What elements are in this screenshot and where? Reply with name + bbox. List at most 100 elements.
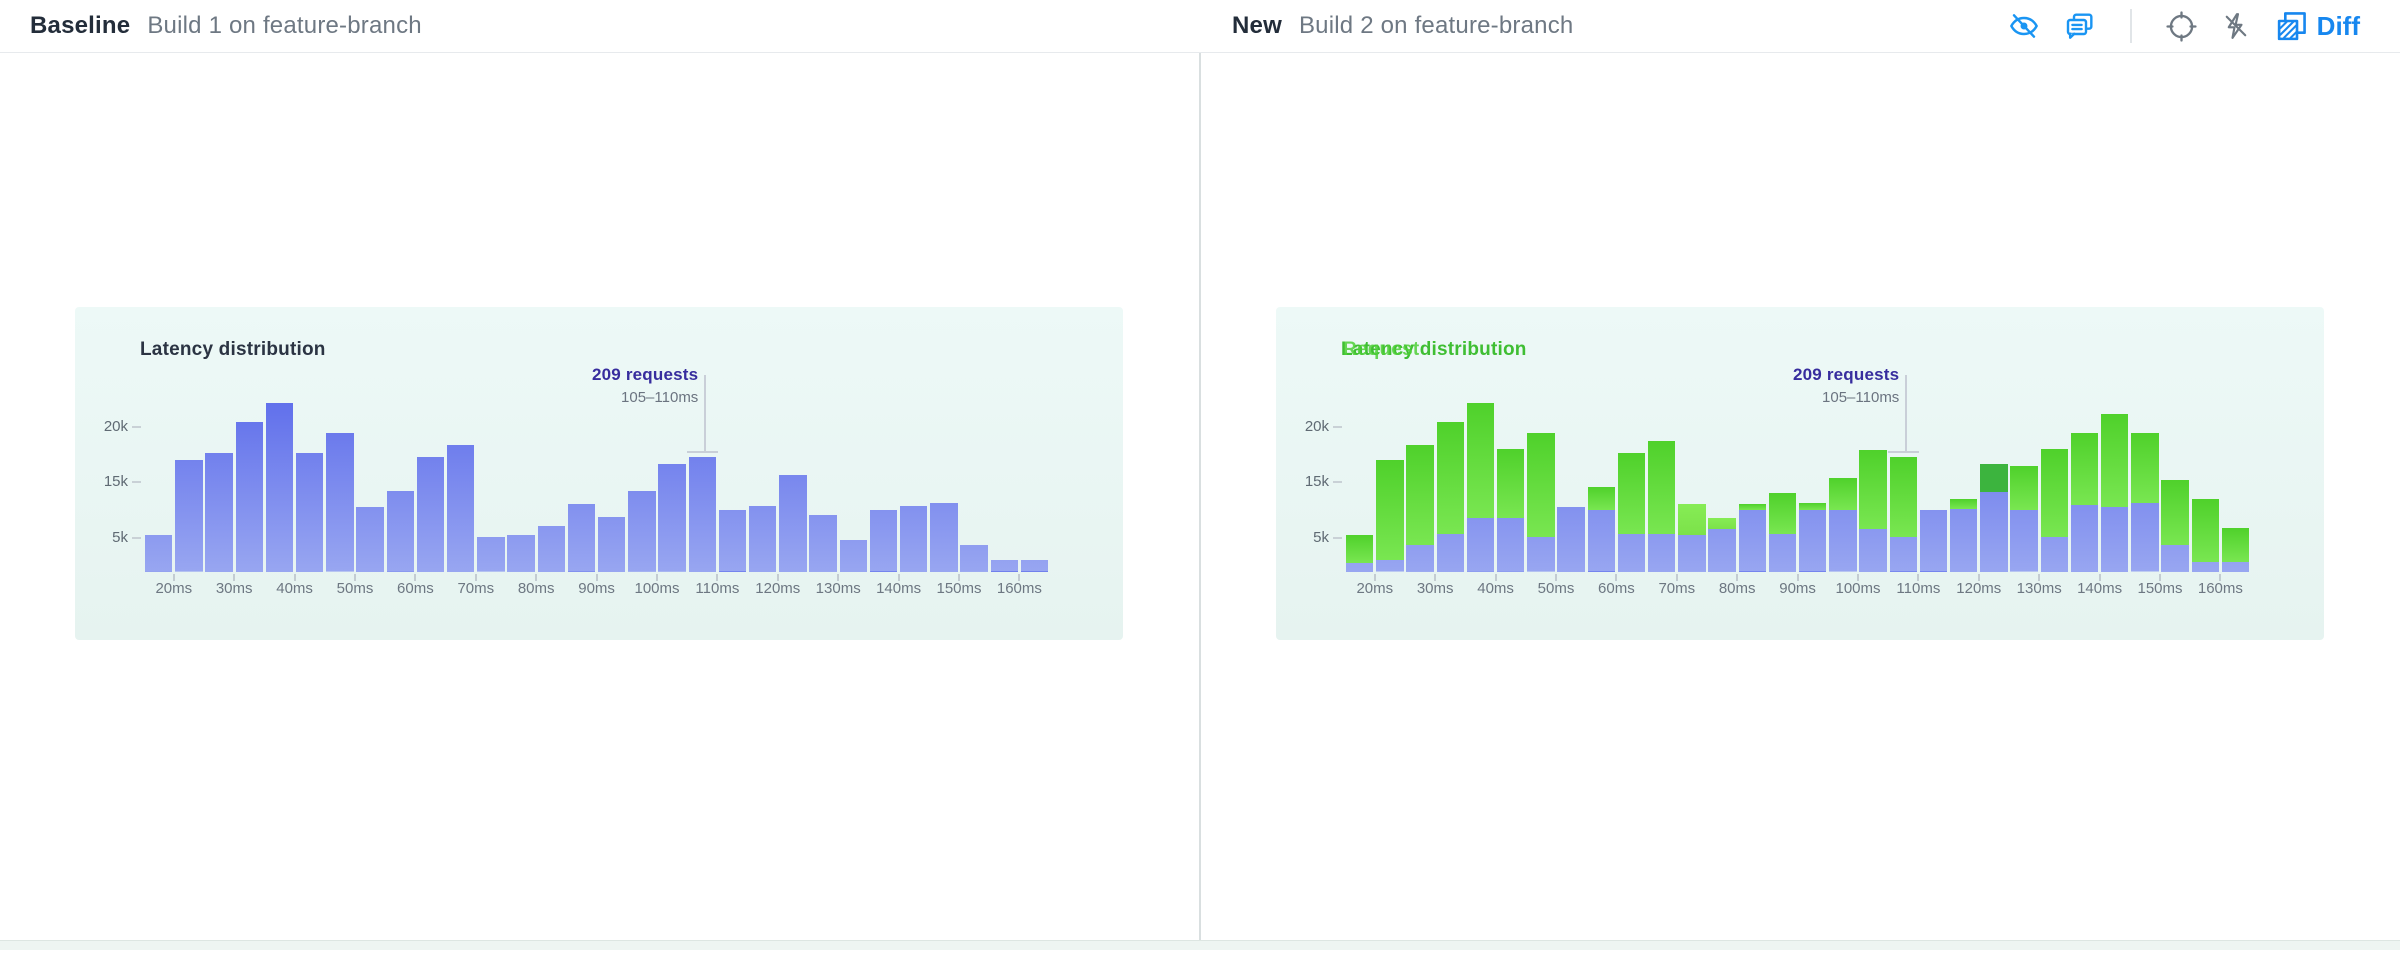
histogram-bar <box>1557 507 1584 572</box>
histogram-bar <box>2222 528 2249 572</box>
baseline-bar-segment <box>538 526 565 572</box>
toolbar-divider <box>2130 9 2132 43</box>
annotation-title: 209 requests <box>592 365 698 385</box>
baseline-bar-segment <box>387 491 414 572</box>
x-axis-label: 100ms <box>1835 580 1880 597</box>
diff-added-segment <box>1829 478 1856 510</box>
x-axis-label: 100ms <box>634 580 679 597</box>
annotation-range: 105–110ms <box>1793 389 1899 406</box>
baseline-bar-segment <box>900 506 927 572</box>
baseline-pane: Latency distribution20k15k5k20ms30ms40ms… <box>0 53 1199 950</box>
baseline-build-name: Build 1 on feature-branch <box>147 12 422 40</box>
baseline-snapshot-chart: Latency distribution20k15k5k20ms30ms40ms… <box>75 307 1123 640</box>
bottom-strip <box>0 940 2400 950</box>
baseline-bar-segment <box>628 491 655 572</box>
histogram-bar <box>1618 453 1645 572</box>
x-axis-label: 110ms <box>695 580 739 597</box>
histogram-bar <box>1497 449 1524 572</box>
histogram-bar <box>1527 433 1554 572</box>
histogram-bar <box>1799 503 1826 572</box>
y-axis-tick <box>132 426 141 428</box>
y-axis-label: 15k <box>75 473 128 490</box>
baseline-bar-segment <box>2041 537 2068 572</box>
diff-added-segment <box>1648 441 1675 533</box>
hide-eye-icon[interactable] <box>2008 10 2040 42</box>
baseline-bar-segment <box>1799 510 1826 572</box>
baseline-bar-segment <box>719 510 746 572</box>
baseline-bar-segment <box>266 403 293 572</box>
baseline-bar-segment <box>689 457 716 573</box>
baseline-bar-segment <box>2222 562 2249 572</box>
x-axis-label: 50ms <box>337 580 374 597</box>
baseline-bar-segment <box>145 535 172 572</box>
diff-added-segment <box>1588 487 1615 510</box>
histogram-bar <box>1588 487 1615 572</box>
histogram-bar <box>1708 518 1735 572</box>
x-axis-label: 90ms <box>578 580 615 597</box>
diff-added-segment <box>1406 445 1433 545</box>
histogram-bar <box>1890 457 1917 572</box>
histogram-bar <box>2101 414 2128 572</box>
diff-added-segment <box>1980 464 2007 492</box>
title-suffix: distribution <box>1414 339 1526 360</box>
x-axis-label: 20ms <box>155 580 192 597</box>
histogram-bar <box>1467 403 1494 572</box>
baseline-bar-segment <box>236 422 263 572</box>
baseline-bar-segment <box>2161 545 2188 572</box>
baseline-bar-segment <box>991 560 1018 572</box>
diff-added-segment <box>2161 480 2188 545</box>
title-diff-garble: LatencyRequest <box>1341 339 1414 361</box>
histogram-bar <box>1859 450 1886 572</box>
annotation-bar-tick <box>687 451 718 453</box>
y-axis-tick <box>132 481 141 483</box>
histogram-bar <box>1678 504 1705 572</box>
x-axis-label: 90ms <box>1779 580 1816 597</box>
baseline-bar-segment <box>2010 510 2037 572</box>
baseline-bar-segment <box>507 535 534 572</box>
baseline-bar-segment <box>1437 534 1464 573</box>
x-axis-label: 40ms <box>1477 580 1514 597</box>
x-axis-label: 160ms <box>2198 580 2243 597</box>
baseline-bar-segment <box>779 475 806 572</box>
histogram-bar <box>2071 433 2098 572</box>
baseline-bar-segment <box>1769 534 1796 573</box>
x-axis-label: 130ms <box>816 580 861 597</box>
diff-added-segment <box>2041 449 2068 537</box>
histogram-bar <box>175 460 202 572</box>
baseline-bar-segment <box>1890 537 1917 572</box>
baseline-label: Baseline <box>30 12 130 40</box>
histogram-bar <box>870 510 897 572</box>
histogram-bar <box>779 475 806 572</box>
histogram-bar <box>1406 445 1433 572</box>
x-axis-label: 40ms <box>276 580 313 597</box>
y-axis-tick <box>132 537 141 539</box>
comparison-header: Baseline Build 1 on feature-branch New B… <box>0 0 2400 53</box>
x-axis-label: 120ms <box>1956 580 2001 597</box>
diff-added-segment <box>1618 453 1645 534</box>
diff-added-segment <box>2192 499 2219 562</box>
diff-toggle[interactable]: Diff <box>2275 10 2360 43</box>
x-axis-label: 140ms <box>876 580 921 597</box>
histogram-bar <box>598 517 625 572</box>
new-label: New <box>1232 12 1282 40</box>
baseline-bar-segment <box>1467 518 1494 572</box>
y-axis-tick <box>1333 481 1342 483</box>
x-axis-label: 50ms <box>1538 580 1575 597</box>
chart-title: Latency distribution <box>140 339 326 361</box>
diff-added-segment <box>1376 460 1403 560</box>
histogram-bar <box>538 526 565 572</box>
comparison-body: Latency distribution20k15k5k20ms30ms40ms… <box>0 53 2400 950</box>
chart-title: LatencyRequest distribution <box>1341 339 1527 361</box>
histogram-bar <box>960 545 987 572</box>
histogram-bar <box>991 560 1018 572</box>
x-axis-label: 130ms <box>2017 580 2062 597</box>
baseline-bar-segment <box>1739 510 1766 572</box>
new-header: New Build 2 on feature-branch <box>1200 0 2400 52</box>
baseline-bar-segment <box>1497 518 1524 572</box>
histogram-bar <box>809 515 836 572</box>
lightning-off-icon[interactable] <box>2221 11 2251 41</box>
annotation-range: 105–110ms <box>592 389 698 406</box>
comments-icon[interactable] <box>2064 10 2096 42</box>
x-axis-label: 30ms <box>216 580 253 597</box>
crosshair-icon[interactable] <box>2166 11 2197 42</box>
